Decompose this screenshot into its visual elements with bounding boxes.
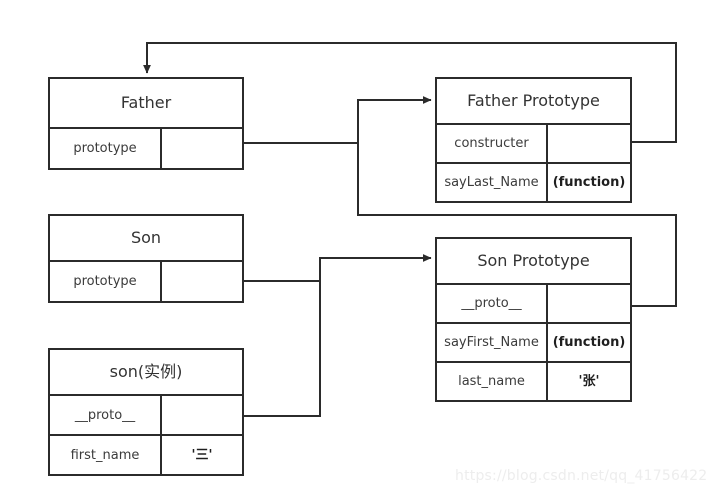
node-father-prototype-key-saylastname: sayLast_Name <box>437 164 548 201</box>
node-son-prototype-key-proto: __proto__ <box>437 285 548 322</box>
node-son-instance-key-proto: __proto__ <box>50 396 162 434</box>
node-son-instance-value-first-name: '三' <box>191 447 213 463</box>
node-father-value-prototype <box>162 129 242 168</box>
node-father-prototype[interactable]: Father Prototype constructer sayLast_Nam… <box>435 77 632 203</box>
node-son-prototype-key-sayfirstname: sayFirst_Name <box>437 324 548 361</box>
node-son-instance-title: son(实例) <box>109 362 183 381</box>
node-son-prototype-title: Son Prototype <box>477 251 590 270</box>
node-son-instance[interactable]: son(实例) __proto__ first_name '三' <box>48 348 244 476</box>
node-son-prototype-row-sayfirstname[interactable]: sayFirst_Name (function) <box>437 322 630 361</box>
node-son-title: Son <box>130 228 162 247</box>
node-father-key-prototype: prototype <box>50 129 162 168</box>
node-father-prototype-title: Father Prototype <box>467 91 600 110</box>
node-father-prototype-row-saylastname[interactable]: sayLast_Name (function) <box>437 162 630 201</box>
node-son-prototype[interactable]: Son Prototype __proto__ sayFirst_Name (f… <box>435 237 632 402</box>
node-son-instance-row-proto[interactable]: __proto__ <box>50 394 242 434</box>
node-son-instance-row-first-name[interactable]: first_name '三' <box>50 434 242 474</box>
node-son-key-prototype: prototype <box>50 262 162 301</box>
node-father-title: Father <box>120 93 172 112</box>
node-son[interactable]: Son prototype <box>48 214 244 303</box>
node-son-prototype-value-lastname: '张' <box>578 374 600 389</box>
node-son-prototype-value-sayfirstname: (function) <box>552 335 626 350</box>
node-son-value-prototype <box>162 262 242 301</box>
node-father-prototype-key-constructer: constructer <box>437 125 548 162</box>
node-son-instance-key-first-name: first_name <box>50 436 162 474</box>
node-father-prototype-value-saylastname: (function) <box>552 175 626 190</box>
node-father-prototype-row-constructer[interactable]: constructer <box>437 123 630 162</box>
node-father-prototype-value-constructer <box>548 125 630 162</box>
node-son-prototype-value-proto <box>548 285 630 322</box>
node-son-row-prototype[interactable]: prototype <box>50 260 242 301</box>
node-son-prototype-key-lastname: last_name <box>437 363 548 400</box>
watermark-url: https://blog.csdn.net/qq_41756422 <box>455 468 708 484</box>
node-father[interactable]: Father prototype <box>48 77 244 170</box>
node-son-prototype-row-proto[interactable]: __proto__ <box>437 283 630 322</box>
prototype-chain-diagram: Father prototype Son prototype son(实例) _… <box>0 0 710 502</box>
node-son-prototype-row-lastname[interactable]: last_name '张' <box>437 361 630 400</box>
node-father-row-prototype[interactable]: prototype <box>50 127 242 168</box>
node-son-instance-value-proto <box>162 396 242 434</box>
